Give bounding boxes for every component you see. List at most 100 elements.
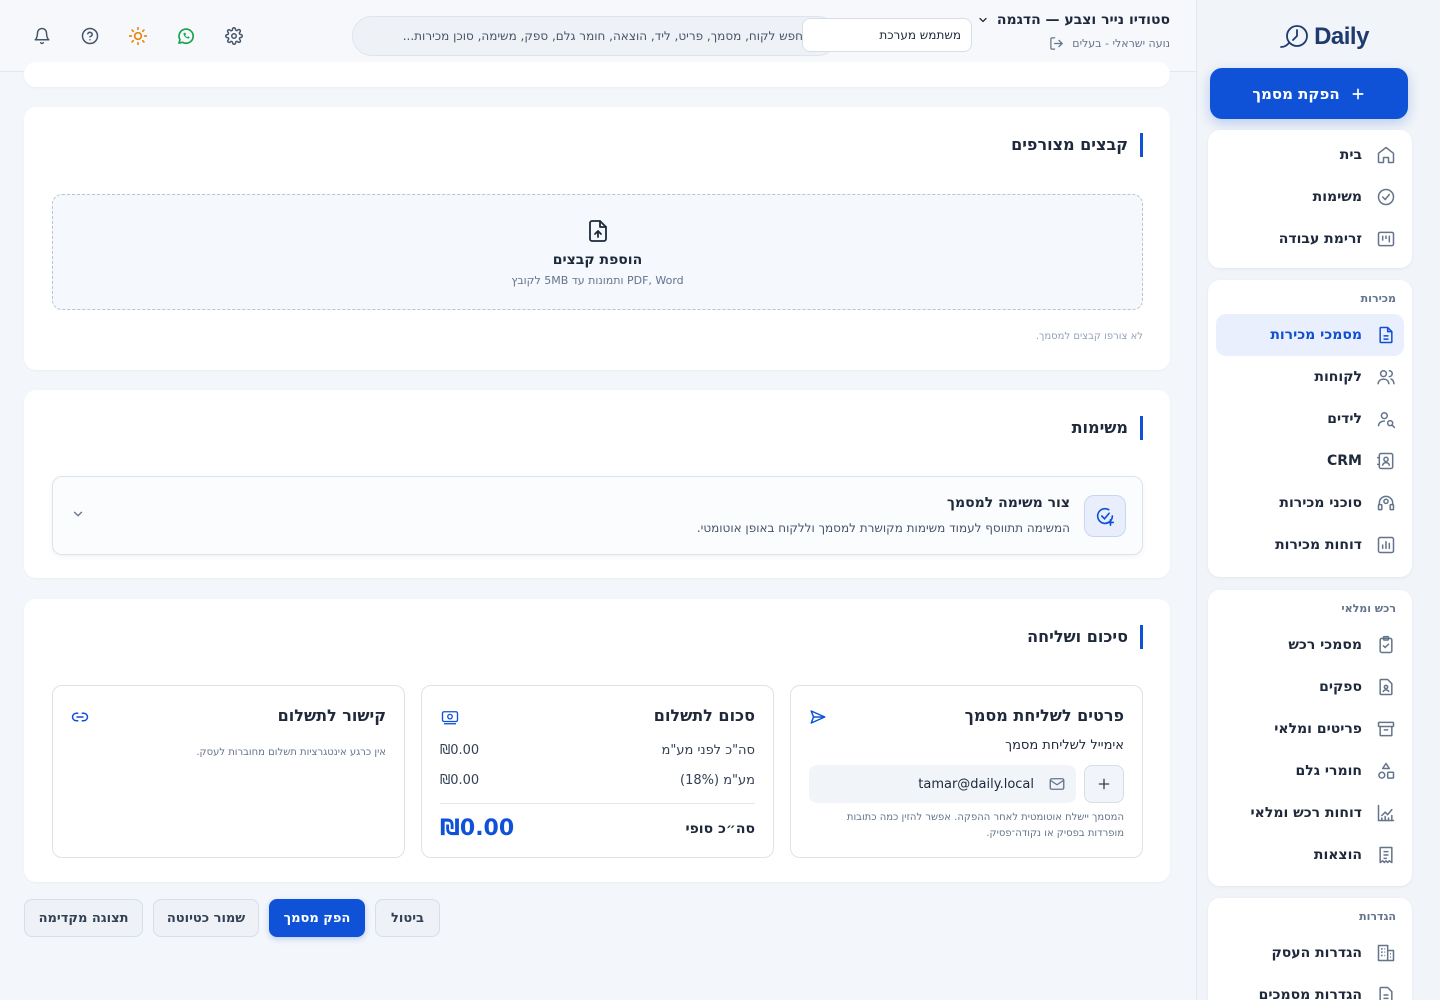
building-icon	[1376, 943, 1396, 963]
clock-logo-icon	[1280, 24, 1310, 50]
email-input[interactable]	[809, 776, 1076, 792]
kanban-icon	[1376, 229, 1396, 249]
vat-value: ₪0.00	[440, 773, 480, 788]
sidebar-item-label: דוחות רכש ומלאי	[1250, 805, 1362, 821]
sidebar-item-label: הגדרות העסק	[1271, 945, 1362, 961]
amount-title: סכום לתשלום	[653, 706, 755, 725]
help-icon[interactable]	[78, 24, 102, 48]
sidebar-item-label: מסמכי מכירות	[1270, 327, 1362, 343]
archive-icon	[1376, 719, 1396, 739]
payment-link-card: קישור לתשלום אין כרגע אינטגרציות תשלום מ…	[52, 685, 405, 858]
role-select[interactable]: משתמש מערכת	[802, 18, 972, 52]
nav-section-title-settings: הגדרות	[1359, 910, 1396, 923]
user-search-icon	[1376, 409, 1396, 429]
logout-icon[interactable]	[1049, 36, 1064, 51]
summary-title: סיכום ושליחה	[1027, 625, 1143, 649]
sidebar-item-label: ספקים	[1319, 679, 1362, 695]
bell-icon[interactable]	[30, 24, 54, 48]
nav-settings-card: הגדרות הגדרות העסק הגדרות מסמכים	[1208, 898, 1412, 1000]
expand-chevron-icon[interactable]	[71, 507, 85, 521]
sidebar-item-document-settings[interactable]: הגדרות מסמכים	[1216, 974, 1404, 1000]
sidebar-item-home[interactable]: בית	[1216, 134, 1404, 176]
new-document-label: הפקת מסמך	[1252, 84, 1340, 103]
nav-section-title-sales: מכירות	[1360, 292, 1396, 305]
sidebar-item-label: סוכני מכירות	[1279, 495, 1362, 511]
check-circle-icon	[1376, 187, 1396, 207]
business-name-row[interactable]: סטודיו נייר וצבע — הדגמה	[977, 12, 1170, 28]
issue-document-button[interactable]: הפק מסמך	[269, 899, 365, 937]
sidebar-item-label: חומרי גלם	[1295, 763, 1362, 779]
chevron-down-icon	[977, 14, 989, 26]
settings-gear-icon[interactable]	[222, 24, 246, 48]
amount-divider	[440, 803, 755, 804]
whatsapp-icon[interactable]	[174, 24, 198, 48]
file-dropzone[interactable]: הוספת קבצים PDF, Word ותמונות עד 5MB לקו…	[52, 194, 1143, 310]
sidebar-item-business-settings[interactable]: הגדרות העסק	[1216, 932, 1404, 974]
send-icon	[809, 708, 827, 726]
sidebar-item-purchase-documents[interactable]: מסמכי רכש	[1216, 624, 1404, 666]
current-user: נועה ישראלי - בעלים	[1072, 37, 1170, 50]
vat-row: מע"מ (18%) ₪0.00	[440, 773, 755, 788]
send-note: המסמך יישלח אוטומטית לאחר ההפקה. אפשר לה…	[846, 812, 1124, 839]
save-draft-button[interactable]: שמור כטיוטה	[153, 899, 259, 937]
sidebar-item-sales-reports[interactable]: דוחות מכירות	[1216, 524, 1404, 566]
email-field[interactable]	[809, 765, 1076, 803]
sidebar-item-label: לידים	[1327, 411, 1362, 427]
sidebar-item-raw-materials[interactable]: חומרי גלם	[1216, 750, 1404, 792]
global-search[interactable]	[352, 16, 838, 56]
sidebar-item-purchase-reports[interactable]: דוחות רכש ומלאי	[1216, 792, 1404, 834]
shapes-icon	[1376, 761, 1396, 781]
create-task-row[interactable]: צור משימה למסמך המשימה תתווסף לעמוד משימ…	[52, 476, 1143, 555]
sidebar-item-label: בית	[1339, 147, 1362, 163]
sidebar-item-expenses[interactable]: הוצאות	[1216, 834, 1404, 876]
file-upload-icon	[586, 218, 610, 244]
nav-main-card: בית משימות זרימת עבודה	[1208, 130, 1412, 268]
sidebar-item-label: משימות	[1312, 189, 1362, 205]
sidebar-item-sales-agents[interactable]: סוכני מכירות	[1216, 482, 1404, 524]
sidebar-item-tasks[interactable]: משימות	[1216, 176, 1404, 218]
dropzone-subtitle: PDF, Word ותמונות עד 5MB לקובץ	[511, 273, 684, 287]
search-input[interactable]	[353, 29, 803, 43]
previous-card-edge	[24, 62, 1170, 87]
sidebar-item-label: זרימת עבודה	[1278, 231, 1362, 247]
create-task-title: צור משימה למסמך	[946, 495, 1070, 511]
pre-vat-label: סה"כ לפני מע"מ	[661, 743, 755, 758]
sidebar-item-label: פריטים ומלאי	[1274, 721, 1362, 737]
business-name: סטודיו נייר וצבע — הדגמה	[996, 12, 1170, 28]
tasks-card: משימות צור משימה למסמך המשימה תתווסף לעמ…	[24, 390, 1170, 578]
theme-sun-icon[interactable]	[126, 24, 150, 48]
contact-card-icon	[1376, 451, 1396, 471]
pre-vat-row: סה"כ לפני מע"מ ₪0.00	[440, 743, 755, 758]
sidebar-item-label: הגדרות מסמכים	[1258, 987, 1362, 1000]
dropzone-title: הוספת קבצים	[552, 251, 643, 268]
app-logo[interactable]: Daily	[1225, 0, 1424, 68]
role-value: משתמש מערכת	[879, 28, 961, 42]
main-content: קבצים מצורפים הוספת קבצים PDF, Word ותמו…	[0, 62, 1196, 1000]
nav-section-title-purchasing: רכש ומלאי	[1341, 602, 1396, 615]
link-icon	[71, 708, 89, 726]
sidebar-item-leads[interactable]: לידים	[1216, 398, 1404, 440]
nav-purchasing-card: רכש ומלאי מסמכי רכש ספקים פריטים ומלאי ח…	[1208, 590, 1412, 886]
sidebar-item-crm[interactable]: CRM	[1216, 440, 1404, 482]
sidebar-item-label: דוחות מכירות	[1275, 537, 1362, 553]
mail-icon	[1048, 775, 1066, 793]
sidebar: Daily הפקת מסמך בית משימות זרימת עבודה מ…	[1196, 0, 1440, 1000]
add-email-button[interactable]	[1084, 765, 1124, 803]
send-details-title: פרטים לשליחת מסמך	[964, 706, 1124, 725]
file-user-icon	[1376, 677, 1396, 697]
clipboard-check-icon	[1376, 635, 1396, 655]
new-document-button[interactable]: הפקת מסמך	[1210, 68, 1408, 119]
sidebar-item-inventory[interactable]: פריטים ומלאי	[1216, 708, 1404, 750]
business-switcher[interactable]: סטודיו נייר וצבע — הדגמה נועה ישראלי - ב…	[977, 12, 1170, 51]
plus-icon	[1350, 86, 1366, 102]
sidebar-item-label: הוצאות	[1313, 847, 1362, 863]
sidebar-item-workflow[interactable]: זרימת עבודה	[1216, 218, 1404, 260]
nav-sales-card: מכירות מסמכי מכירות לקוחות לידים CRM סוכ…	[1208, 280, 1412, 577]
payment-note: אין כרגע אינטגרציות תשלום מחוברות לעסק.	[196, 747, 386, 758]
cancel-button[interactable]: ביטול	[375, 899, 440, 937]
receipt-icon	[1376, 845, 1396, 865]
sidebar-item-sales-documents[interactable]: מסמכי מכירות	[1216, 314, 1404, 356]
sidebar-item-suppliers[interactable]: ספקים	[1216, 666, 1404, 708]
sidebar-item-customers[interactable]: לקוחות	[1216, 356, 1404, 398]
preview-button[interactable]: תצוגה מקדימה	[24, 899, 143, 937]
